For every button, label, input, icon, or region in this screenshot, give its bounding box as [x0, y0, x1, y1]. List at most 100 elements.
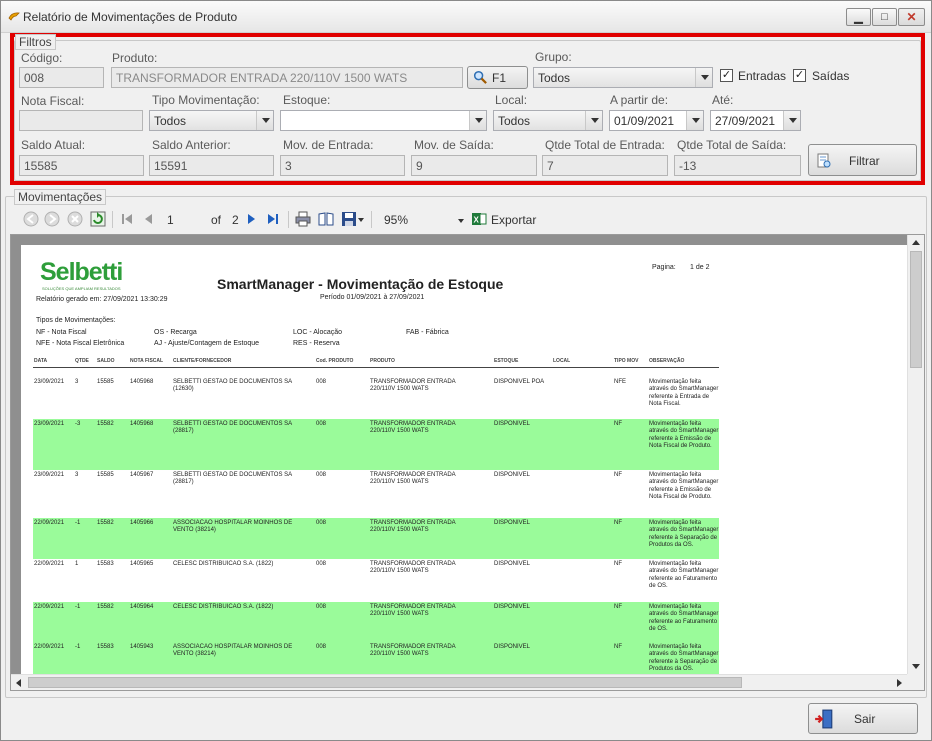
- local-select[interactable]: Todos: [493, 110, 603, 131]
- search-product-button[interactable]: F1: [467, 66, 528, 89]
- saldo-anterior-label: Saldo Anterior:: [152, 138, 231, 152]
- first-page-icon[interactable]: [119, 211, 135, 227]
- print-icon[interactable]: [295, 211, 311, 227]
- cell-produto: TRANSFORMADOR ENTRADA 220/110V 1500 WATS: [370, 644, 456, 658]
- cell-estoque: DISPONIVEL: [494, 561, 531, 567]
- codigo-field[interactable]: 008: [19, 67, 104, 88]
- page-number-input[interactable]: 1: [167, 213, 174, 227]
- magnifier-icon: [473, 70, 487, 84]
- filtrar-button[interactable]: Filtrar: [808, 144, 917, 176]
- tipo-item: OS - Recarga: [154, 329, 197, 336]
- chevron-up-icon[interactable]: [912, 240, 920, 245]
- save-icon[interactable]: [341, 211, 357, 227]
- col-cod-produto: Cod. PRODUTO: [316, 358, 354, 364]
- chevron-down-icon[interactable]: [358, 218, 364, 222]
- horizontal-scrollbar[interactable]: [11, 674, 908, 690]
- cell-saldo: 15582: [97, 520, 114, 526]
- grupo-select[interactable]: Todos: [533, 67, 713, 88]
- local-label: Local:: [495, 93, 528, 107]
- cell-tipo: NF: [614, 520, 622, 526]
- cell-data: 23/09/2021: [34, 379, 65, 385]
- codigo-label: Código:: [21, 51, 63, 65]
- saldo-anterior-field: 15591: [149, 155, 274, 176]
- a-partir-de-date[interactable]: 01/09/2021: [609, 110, 704, 131]
- cell-data: 22/09/2021: [34, 604, 65, 610]
- ate-date[interactable]: 27/09/2021: [710, 110, 801, 131]
- chevron-down-icon[interactable]: [912, 664, 920, 669]
- sair-button[interactable]: Sair: [808, 703, 918, 734]
- exit-door-icon: [815, 709, 833, 729]
- tipo-item: FAB - Fábrica: [406, 329, 449, 336]
- cell-nf: 1405943: [130, 644, 154, 650]
- entradas-checkbox[interactable]: ✓: [720, 69, 733, 82]
- nota-fiscal-field[interactable]: [19, 110, 143, 131]
- app-icon: [8, 12, 20, 21]
- close-button[interactable]: ✕: [898, 8, 925, 26]
- previous-page-icon[interactable]: [141, 211, 157, 227]
- cell-qtde: -1: [75, 644, 81, 650]
- window-controls: ▁ □ ✕: [845, 8, 925, 26]
- of-label: of: [211, 213, 222, 227]
- page-layout-icon[interactable]: [318, 211, 334, 227]
- table-row: 22/09/2021 1 15583 1405965 CELESC DISTRI…: [33, 559, 719, 602]
- report-toolbar: 1 of 2 95% X Exportar: [15, 206, 913, 234]
- report-generated: Relatório gerado em: 27/09/2021 13:30:29: [36, 296, 168, 303]
- cell-produto: TRANSFORMADOR ENTRADA 220/110V 1500 WATS: [370, 379, 456, 393]
- next-page-icon[interactable]: [243, 211, 259, 227]
- cell-nf: 1405965: [130, 561, 154, 567]
- qtde-total-entrada-field: 7: [542, 155, 668, 176]
- calendar-dropdown-icon: [686, 111, 703, 130]
- cell-produto: TRANSFORMADOR ENTRADA 220/110V 1500 WATS: [370, 520, 456, 534]
- cell-nf: 1405967: [130, 472, 154, 478]
- cell-tipo: NF: [614, 604, 622, 610]
- produto-field[interactable]: TRANSFORMADOR ENTRADA 220/110V 1500 WATS: [111, 67, 463, 88]
- pagina-label: Pagina:: [652, 264, 676, 271]
- minimize-button[interactable]: ▁: [846, 8, 871, 26]
- cell-nf: 1405968: [130, 421, 154, 427]
- saldo-atual-field: 15585: [19, 155, 144, 176]
- cell-cliente: SELBETTI GESTAO DE DOCUMENTOS SA (28817): [173, 472, 292, 486]
- chevron-left-icon[interactable]: [16, 679, 21, 687]
- zoom-select[interactable]: 95%: [384, 213, 408, 227]
- back-icon[interactable]: [23, 211, 39, 227]
- chevron-down-icon[interactable]: [458, 219, 464, 223]
- tipo-item: NF - Nota Fiscal: [36, 329, 87, 336]
- logo-tagline: SOLUÇÕES QUE AMPLIAM RESULTADOS: [42, 286, 121, 291]
- cell-obs: Movimentação feita através do SmartManag…: [649, 644, 719, 672]
- cell-cod: 008: [316, 379, 327, 385]
- refresh-icon[interactable]: [90, 211, 106, 227]
- maximize-button[interactable]: □: [872, 8, 897, 26]
- tipo-movimentacao-select[interactable]: Todos: [149, 110, 274, 131]
- report-canvas: Selbetti SOLUÇÕES QUE AMPLIAM RESULTADOS…: [11, 235, 908, 675]
- cell-data: 23/09/2021: [34, 472, 65, 478]
- col-saldo: SALDO: [97, 358, 115, 364]
- window-title: Relatório de Movimentações de Produto: [23, 10, 238, 24]
- cell-tipo: NF: [614, 472, 622, 478]
- scroll-thumb[interactable]: [910, 251, 922, 368]
- chevron-down-icon: [695, 68, 712, 87]
- cell-cliente: ASSOCIACAO HOSPITALAR MOINHOS DE VENTO (…: [173, 644, 293, 658]
- cell-produto: TRANSFORMADOR ENTRADA 220/110V 1500 WATS: [370, 421, 456, 435]
- cell-data: 22/09/2021: [34, 644, 65, 650]
- cell-cod: 008: [316, 644, 327, 650]
- export-button[interactable]: Exportar: [491, 213, 536, 227]
- chevron-right-icon[interactable]: [897, 679, 902, 687]
- scroll-thumb[interactable]: [28, 677, 742, 688]
- cell-cliente: ASSOCIACAO HOSPITALAR MOINHOS DE VENTO (…: [173, 520, 293, 534]
- nota-fiscal-label: Nota Fiscal:: [21, 94, 85, 108]
- ate-value: 27/09/2021: [715, 114, 776, 128]
- a-partir-de-value: 01/09/2021: [614, 114, 675, 128]
- cell-cod: 008: [316, 561, 327, 567]
- close-icon: ✕: [906, 10, 917, 24]
- cell-obs: Movimentação feita através do SmartManag…: [649, 520, 719, 548]
- estoque-select[interactable]: [280, 110, 487, 131]
- stop-icon[interactable]: [67, 211, 83, 227]
- saidas-checkbox[interactable]: ✓: [793, 69, 806, 82]
- main-window: Relatório de Movimentações de Produto ▁ …: [0, 0, 932, 741]
- col-qtde: QTDE: [75, 358, 89, 364]
- table-row: 22/09/2021 -1 15583 1405943 ASSOCIACAO H…: [33, 642, 719, 675]
- forward-icon[interactable]: [44, 211, 60, 227]
- cell-saldo: 15585: [97, 472, 114, 478]
- vertical-scrollbar[interactable]: [907, 235, 924, 675]
- last-page-icon[interactable]: [265, 211, 281, 227]
